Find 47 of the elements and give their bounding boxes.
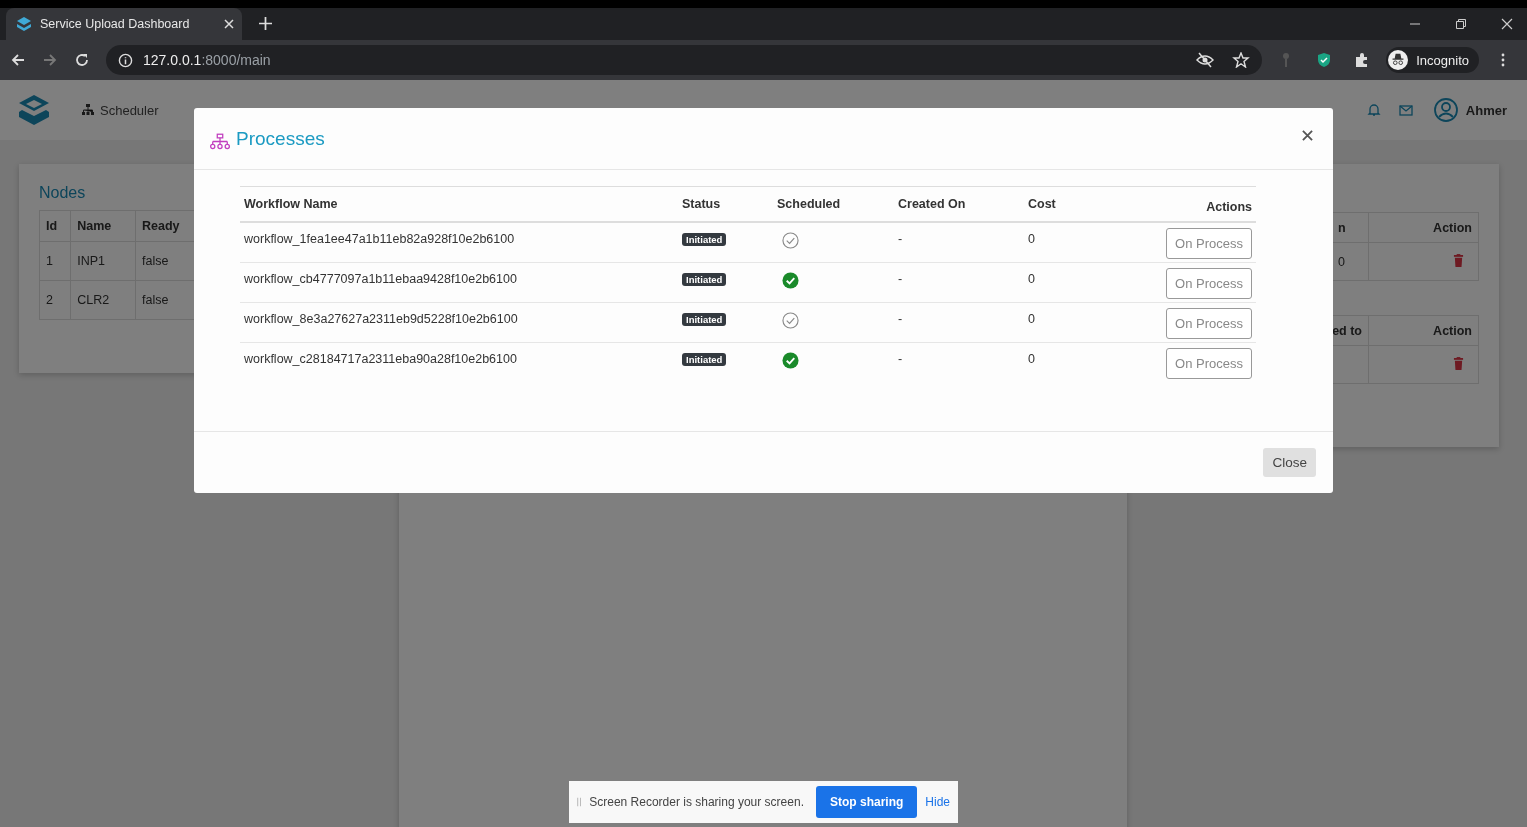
- table-cell: -: [898, 271, 903, 286]
- close-button[interactable]: Close: [1263, 448, 1316, 477]
- column-header: Id: [39, 210, 71, 242]
- table-cell: 0: [1338, 254, 1345, 269]
- tab-title: Service Upload Dashboard: [40, 17, 191, 31]
- on-process-button[interactable]: On Process: [1166, 307, 1252, 339]
- user-name: Ahmer: [1465, 102, 1507, 118]
- share-message: Screen Recorder is sharing your screen.: [589, 795, 804, 809]
- column-header: Status: [678, 186, 773, 222]
- column-header: Action: [1368, 212, 1479, 243]
- table-cell: CLR2: [70, 280, 136, 320]
- on-process-button[interactable]: On Process: [1166, 347, 1252, 379]
- dialog-title: Processes: [236, 127, 325, 150]
- on-process-button[interactable]: On Process: [1166, 228, 1252, 259]
- table-cell: -: [898, 311, 903, 326]
- table-cell: workflow_cb4777097a1b11ebaa9428f10e2b6100: [244, 271, 517, 286]
- table-cell: -: [898, 351, 903, 366]
- column-header: Cost: [1024, 186, 1132, 222]
- column-header: Actions: [1132, 186, 1256, 222]
- table-cell: 0: [1028, 232, 1035, 246]
- card-title: Nodes: [39, 184, 87, 202]
- browser-tab[interactable]: Service Upload Dashboard: [6, 8, 242, 40]
- column-header: Scheduled: [773, 186, 894, 222]
- column-header: Name: [70, 210, 136, 242]
- table-cell: INP1: [70, 241, 136, 281]
- column-header: Action: [1368, 315, 1479, 346]
- table-cell: 0: [1028, 311, 1035, 326]
- table-cell: 1: [39, 241, 71, 281]
- stop-sharing-button[interactable]: Stop sharing: [815, 786, 918, 818]
- table-cell: 2: [39, 280, 71, 320]
- column-header: Workflow Name: [240, 186, 678, 222]
- table-cell: 0: [1028, 271, 1035, 286]
- address-bar[interactable]: 127.0.0.1:8000/main: [106, 45, 1263, 75]
- table-cell: workflow_1fea1ee47a1b11eb82a928f10e2b6100: [244, 232, 515, 246]
- table-cell: workflow_c28184717a2311eba90a28f10e2b6100: [244, 351, 517, 366]
- profile-button[interactable]: Incognito: [1386, 47, 1479, 73]
- table-cell: workflow_8e3a27627a2311eb9d5228f10e2b6100: [244, 311, 518, 326]
- column-header: Created On: [894, 186, 1024, 222]
- status-badge: Initiated: [682, 233, 727, 246]
- status-badge: Initiated: [682, 312, 727, 326]
- on-process-button[interactable]: On Process: [1166, 267, 1252, 299]
- table-cell: -: [898, 232, 903, 246]
- status-badge: Initiated: [682, 352, 727, 366]
- status-badge: Initiated: [682, 272, 727, 286]
- table-cell: 0: [1028, 351, 1035, 366]
- nav-link[interactable]: Scheduler: [82, 102, 159, 118]
- hide-link[interactable]: Hide: [925, 795, 950, 809]
